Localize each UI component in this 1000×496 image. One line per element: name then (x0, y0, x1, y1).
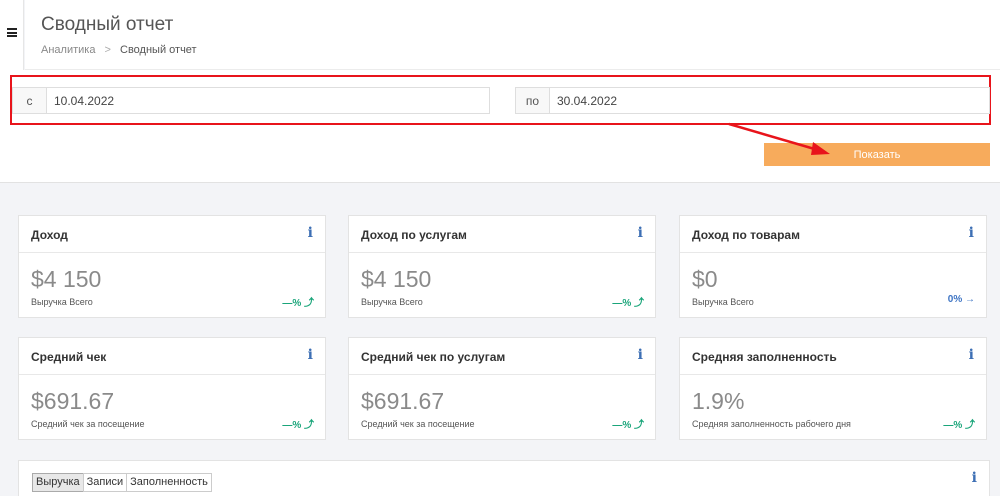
page-header: Сводный отчет Аналитика > Сводный отчет (25, 0, 1000, 70)
card-value: $691.67 (361, 388, 445, 414)
breadcrumb-current: Сводный отчет (120, 44, 197, 56)
trend-up-icon: —% ⤴ (943, 420, 975, 431)
date-filter-panel: с по Показать (0, 70, 1000, 183)
info-icon[interactable]: i (972, 470, 977, 486)
page-title: Сводный отчет (41, 14, 174, 35)
breadcrumb: Аналитика > Сводный отчет (41, 44, 197, 56)
card-goods-income: Доход по товарам i $0 Выручка Всего 0% → (679, 215, 987, 318)
card-subtitle: Выручка Всего (31, 297, 93, 307)
card-average-occupancy: Средняя заполненность i 1.9% Средняя запо… (679, 337, 987, 440)
chart-tabs-panel: Выручка Записи Заполненность i (18, 460, 990, 496)
trend-up-icon: —% ⤴ (282, 420, 314, 431)
tab-bar: Выручка Записи Заполненность (32, 473, 212, 492)
card-value: $4 150 (361, 266, 432, 292)
card-average-check-services: Средний чек по услугам i $691.67 Средний … (348, 337, 656, 440)
card-income: Доход i $4 150 Выручка Всего —% ⤴ (18, 215, 326, 318)
card-subtitle: Средний чек за посещение (361, 419, 475, 429)
info-icon[interactable]: i (969, 347, 974, 363)
card-subtitle: Средняя заполненность рабочего дня (692, 419, 851, 429)
tab-occupancy[interactable]: Заполненность (126, 473, 212, 492)
card-average-check: Средний чек i $691.67 Средний чек за посе… (18, 337, 326, 440)
date-to-input[interactable] (550, 88, 989, 113)
card-title: Средний чек по услугам (361, 350, 506, 364)
card-title: Средняя заполненность (692, 350, 837, 364)
info-icon[interactable]: i (638, 225, 643, 241)
card-value: 1.9% (692, 388, 745, 414)
card-title: Доход (31, 228, 68, 242)
card-services-income: Доход по услугам i $4 150 Выручка Всего —… (348, 215, 656, 318)
tab-revenue[interactable]: Выручка (32, 473, 84, 492)
info-icon[interactable]: i (969, 225, 974, 241)
date-from-group: с (12, 87, 490, 114)
card-value: $691.67 (31, 388, 115, 414)
card-subtitle: Средний чек за посещение (31, 419, 145, 429)
trend-up-icon: —% ⤴ (612, 420, 644, 431)
breadcrumb-parent-link[interactable]: Аналитика (41, 44, 95, 56)
date-to-label: по (516, 88, 550, 113)
date-from-label: с (13, 88, 47, 113)
tab-appointments[interactable]: Записи (82, 473, 128, 492)
info-icon[interactable]: i (638, 347, 643, 363)
breadcrumb-separator: > (104, 44, 111, 56)
card-title: Доход по товарам (692, 228, 800, 242)
show-button[interactable]: Показать (764, 143, 990, 166)
card-subtitle: Выручка Всего (692, 297, 754, 307)
date-from-input[interactable] (47, 88, 489, 113)
trend-up-icon: —% ⤴ (612, 298, 644, 309)
trend-up-icon: —% ⤴ (282, 298, 314, 309)
hamburger-menu-icon[interactable] (7, 28, 17, 37)
date-to-group: по (515, 87, 990, 114)
card-subtitle: Выручка Всего (361, 297, 423, 307)
info-icon[interactable]: i (308, 225, 313, 241)
card-value: $4 150 (31, 266, 102, 292)
card-value: $0 (692, 266, 718, 292)
arrow-right-icon: 0% → (947, 294, 975, 305)
card-title: Средний чек (31, 350, 107, 364)
card-title: Доход по услугам (361, 228, 467, 242)
info-icon[interactable]: i (308, 347, 313, 363)
